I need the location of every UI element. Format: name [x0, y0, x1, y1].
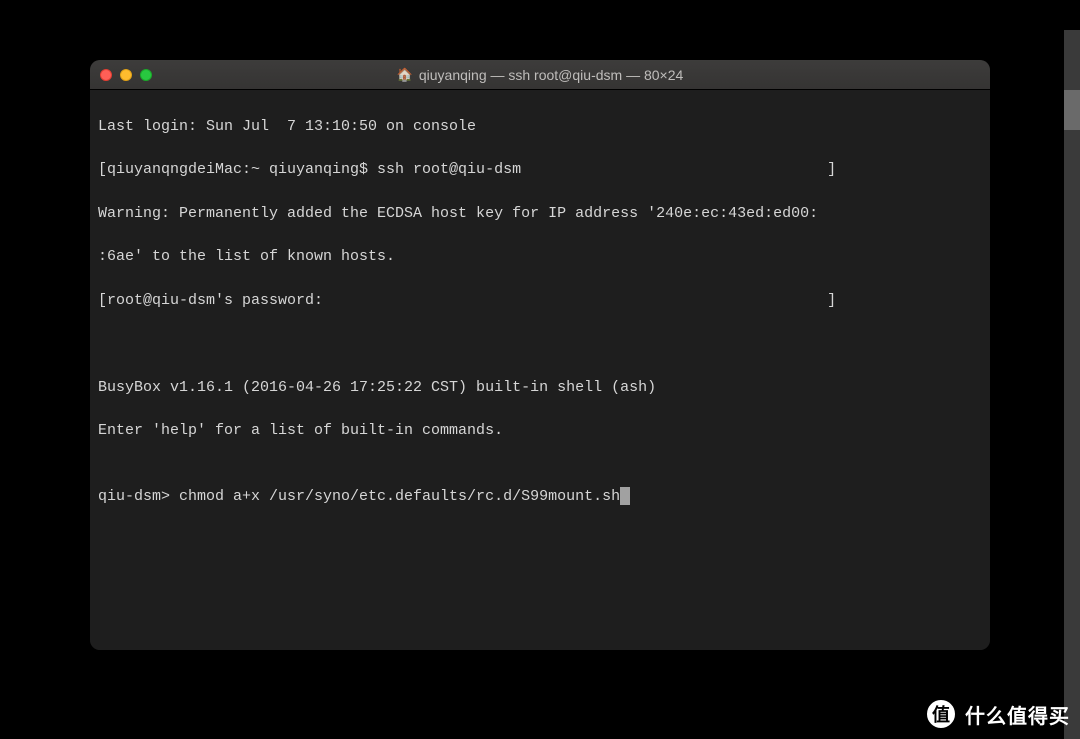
terminal-window: 🏠 qiuyanqing — ssh root@qiu-dsm — 80×24 … [90, 60, 990, 650]
terminal-line: [root@qiu-dsm's password: ] [98, 290, 982, 312]
watermark-badge-icon: 值 [925, 698, 957, 730]
watermark-text: 什么值得买 [965, 700, 1070, 729]
cursor-icon [620, 487, 630, 505]
watermark: 值 什么值得买 [925, 689, 1080, 739]
window-title-text: qiuyanqing — ssh root@qiu-dsm — 80×24 [419, 67, 683, 83]
window-title: 🏠 qiuyanqing — ssh root@qiu-dsm — 80×24 [90, 67, 990, 83]
terminal-line: Enter 'help' for a list of built-in comm… [98, 420, 982, 442]
maximize-button[interactable] [140, 69, 152, 81]
terminal-line: :6ae' to the list of known hosts. [98, 246, 982, 268]
terminal-line: Last login: Sun Jul 7 13:10:50 on consol… [98, 116, 982, 138]
terminal-prompt-line: qiu-dsm> chmod a+x /usr/syno/etc.default… [98, 486, 982, 508]
titlebar[interactable]: 🏠 qiuyanqing — ssh root@qiu-dsm — 80×24 [90, 60, 990, 90]
traffic-lights [100, 69, 152, 81]
minimize-button[interactable] [120, 69, 132, 81]
terminal-body[interactable]: Last login: Sun Jul 7 13:10:50 on consol… [90, 90, 990, 650]
terminal-line: BusyBox v1.16.1 (2016-04-26 17:25:22 CST… [98, 377, 982, 399]
home-icon: 🏠 [397, 67, 413, 83]
terminal-line: Warning: Permanently added the ECDSA hos… [98, 203, 982, 225]
terminal-line: [qiuyanqngdeiMac:~ qiuyanqing$ ssh root@… [98, 159, 982, 181]
close-button[interactable] [100, 69, 112, 81]
terminal-command: qiu-dsm> chmod a+x /usr/syno/etc.default… [98, 488, 620, 505]
